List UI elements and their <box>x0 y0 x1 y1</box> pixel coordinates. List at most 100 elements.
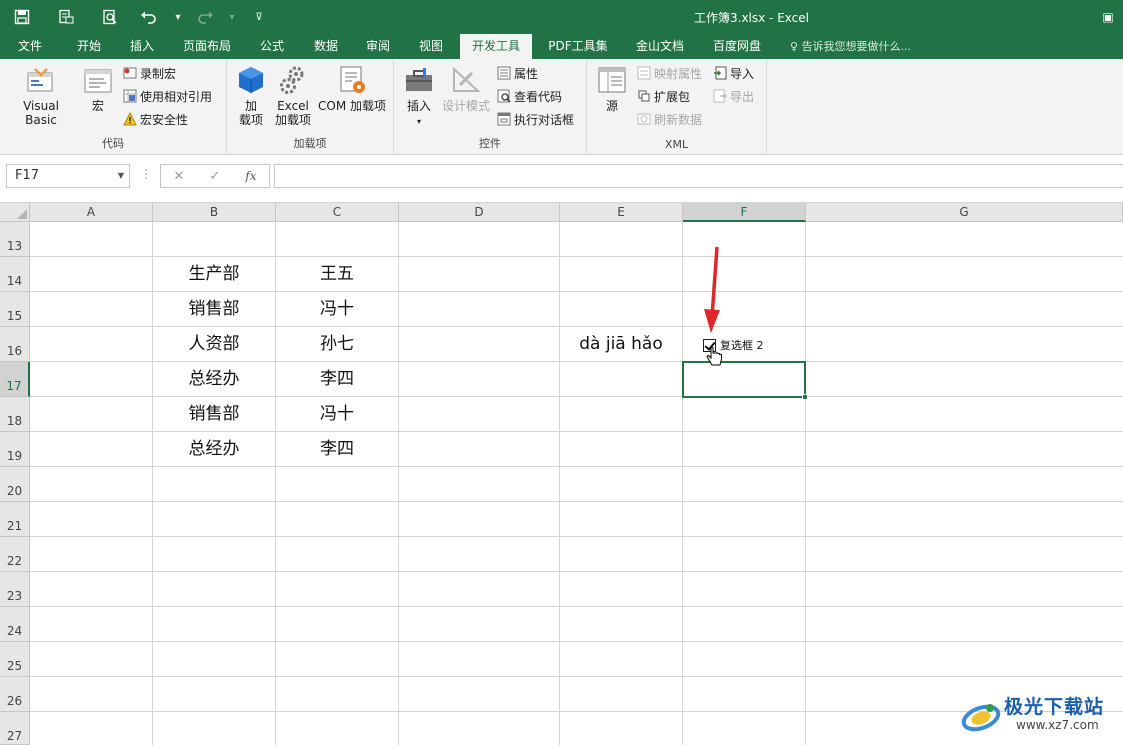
addins-cube-icon <box>239 67 263 93</box>
group-controls: 插入 ▾ 设计模式 属性 查看代码 执行对话框 控件 <box>394 59 587 155</box>
tab-view[interactable]: 视图 <box>407 34 455 59</box>
addins-button[interactable]: 加 载项 <box>235 65 267 127</box>
macro-icon <box>84 69 112 93</box>
relative-reference-icon <box>123 89 137 103</box>
enter-icon[interactable]: ✓ <box>209 169 220 184</box>
xml-source-icon <box>598 67 626 93</box>
group-label-controls: 控件 <box>479 137 501 150</box>
toolbox-icon <box>406 68 432 91</box>
properties-button[interactable]: 属性 <box>497 64 538 84</box>
map-properties-icon <box>637 66 651 80</box>
xml-source-label: 源 <box>605 99 618 113</box>
name-box-dropdown-icon[interactable]: ▼ <box>118 165 124 187</box>
refresh-data-button: 刷新数据 <box>637 110 702 130</box>
name-box[interactable]: F17 ▼ <box>6 164 130 188</box>
excel-addins-label-1: Excel <box>277 99 309 113</box>
lightbulb-icon: ♀ <box>790 40 799 53</box>
import-icon <box>714 66 727 80</box>
tab-insert[interactable]: 插入 <box>118 34 166 59</box>
window-controls: ▣ <box>1093 0 1123 34</box>
tell-me-search[interactable]: ♀ 告诉我您想要做什么... <box>790 34 911 59</box>
warning-icon <box>123 112 137 126</box>
visual-basic-label: Visual Basic <box>23 99 59 127</box>
watermark-logo-icon <box>961 704 1001 732</box>
watermark-title: 极光下载站 <box>1004 696 1105 718</box>
refresh-data-icon <box>637 113 651 125</box>
addins-label-1: 加 <box>244 99 257 113</box>
refresh-data-label: 刷新数据 <box>654 113 703 127</box>
xml-import-label: 导入 <box>730 67 755 81</box>
group-xml: 源 映射属性 扩展包 刷新数据 导入 导出 XML <box>587 59 767 155</box>
tab-file[interactable]: 文件 <box>6 34 54 59</box>
macro-security-button[interactable]: 宏安全性 <box>123 110 188 130</box>
visual-basic-icon <box>27 68 53 92</box>
macro-security-label: 宏安全性 <box>140 113 189 127</box>
relative-reference-label: 使用相对引用 <box>140 90 213 104</box>
design-mode-label: 设计模式 <box>441 99 490 113</box>
expansion-packs-label: 扩展包 <box>654 90 691 104</box>
worksheet-grid[interactable]: A B C D E F G 13 14 15 16 17 18 19 20 21… <box>0 203 1123 745</box>
gears-icon <box>280 66 304 94</box>
formula-input[interactable] <box>274 164 1123 188</box>
window-title: 工作簿3.xlsx - Excel <box>694 11 809 25</box>
insert-function-icon[interactable]: fx <box>245 169 256 183</box>
map-properties-label: 映射属性 <box>654 67 703 81</box>
formula-bar-grip-icon[interactable]: ⋮ <box>140 167 152 181</box>
xml-export-button: 导出 <box>713 87 754 107</box>
insert-dropdown-icon: ▾ <box>416 117 421 126</box>
record-macro-icon <box>123 67 137 79</box>
export-icon <box>713 89 727 103</box>
expansion-packs-icon <box>638 90 650 102</box>
record-macro-button[interactable]: 录制宏 <box>123 64 176 84</box>
tab-page-layout[interactable]: 页面布局 <box>172 34 242 59</box>
ribbon: Visual Basic 宏 录制宏 使用相对引用 宏安全性 代码 加 载项 E… <box>0 59 1123 155</box>
formula-buttons: ✕ ✓ fx <box>160 164 270 188</box>
map-properties-button: 映射属性 <box>637 64 702 84</box>
com-addins-label: COM 加载项 <box>318 99 386 113</box>
expansion-packs-button[interactable]: 扩展包 <box>637 87 690 107</box>
xml-export-label: 导出 <box>730 90 755 104</box>
watermark-url: www.xz7.com <box>1016 718 1099 732</box>
xml-import-button[interactable]: 导入 <box>713 64 754 84</box>
formula-bar: F17 ▼ ⋮ ✕ ✓ fx <box>0 155 1123 203</box>
group-addins: 加 载项 Excel 加载项 COM 加载项 加载项 <box>227 59 394 155</box>
macro-label: 宏 <box>91 99 104 113</box>
cancel-icon[interactable]: ✕ <box>173 169 184 184</box>
tab-baidu-netdisk[interactable]: 百度网盘 <box>702 34 772 59</box>
tab-home[interactable]: 开始 <box>64 34 114 59</box>
relative-reference-button[interactable]: 使用相对引用 <box>123 87 212 107</box>
group-label-code: 代码 <box>102 137 124 150</box>
run-dialog-button[interactable]: 执行对话框 <box>497 110 574 130</box>
title-bar: ▾ ▾ ⊽ 工作簿3.xlsx - Excel ▣ <box>0 0 1123 34</box>
tab-developer[interactable]: 开发工具 <box>460 34 532 60</box>
run-dialog-icon <box>497 112 511 126</box>
design-mode-icon <box>453 66 481 92</box>
insert-control-button[interactable]: 插入 ▾ <box>402 65 436 129</box>
com-addins-button[interactable]: COM 加载项 <box>315 65 389 113</box>
hand-cursor-icon <box>706 346 722 366</box>
ribbon-display-icon[interactable]: ▣ <box>1093 0 1123 34</box>
tab-formulas[interactable]: 公式 <box>248 34 296 59</box>
name-box-value: F17 <box>15 168 40 183</box>
group-label-xml: XML <box>664 138 689 151</box>
record-macro-label: 录制宏 <box>140 67 177 81</box>
tab-kingsoft-docs[interactable]: 金山文档 <box>626 34 694 59</box>
tell-me-text: 告诉我您想要做什么... <box>801 40 912 53</box>
tab-data[interactable]: 数据 <box>302 34 350 59</box>
tab-review[interactable]: 审阅 <box>354 34 402 59</box>
addins-label-2: 载项 <box>238 113 263 127</box>
group-code: Visual Basic 宏 录制宏 使用相对引用 宏安全性 代码 <box>0 59 227 155</box>
xml-source-button[interactable]: 源 <box>595 65 629 113</box>
excel-addins-button[interactable]: Excel 加载项 <box>273 65 313 127</box>
visual-basic-button[interactable]: Visual Basic <box>6 65 76 127</box>
insert-control-label: 插入 <box>406 99 431 113</box>
macro-button[interactable]: 宏 <box>80 65 116 113</box>
view-code-icon <box>497 89 511 103</box>
excel-addins-label-2: 加载项 <box>274 113 311 127</box>
properties-icon <box>497 66 511 80</box>
view-code-button[interactable]: 查看代码 <box>497 87 562 107</box>
tab-pdf-tools[interactable]: PDF工具集 <box>540 34 616 59</box>
group-label-addins: 加载项 <box>293 137 327 150</box>
properties-label: 属性 <box>514 67 539 81</box>
watermark: 极光下载站 www.xz7.com <box>960 690 1120 742</box>
